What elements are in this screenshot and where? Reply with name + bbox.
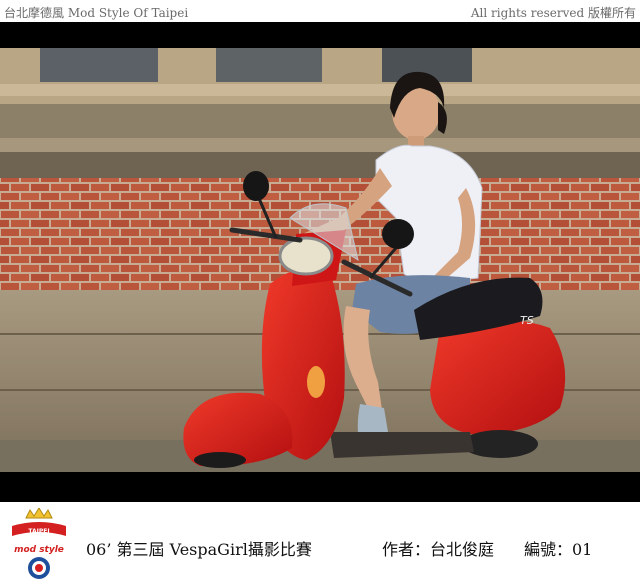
caption-author: 作者：台北俊庭: [382, 540, 495, 559]
logo-top-text: TAIPEI: [28, 528, 49, 535]
photo-frame-bottom: [0, 472, 640, 502]
caption-number: 編號：01: [524, 540, 593, 559]
scooter-mirror-left: [243, 171, 269, 201]
crown-icon: [25, 507, 53, 519]
photo-frame-top: [0, 22, 640, 48]
scooter-mirror-right: [382, 219, 414, 249]
scooter-headlight: [278, 236, 334, 276]
scooter-rear-body: [430, 319, 566, 435]
caption-bar: TAIPEI mod style 06’ 第三屆 VespaGirl攝影比賽 作…: [0, 502, 640, 580]
copyright-notice: All rights reserved 版權所有: [470, 6, 636, 20]
window-center: [216, 48, 322, 82]
top-bar: 台北摩德風 Mod Style Of Taipei All rights res…: [0, 0, 640, 22]
photo: TS: [0, 48, 640, 472]
logo-bottom-text: mod style: [14, 545, 64, 555]
site-title: 台北摩德風 Mod Style Of Taipei: [4, 6, 189, 20]
window-left: [40, 48, 158, 82]
scooter-badge: TS: [520, 314, 534, 327]
mod-style-logo: TAIPEI mod style: [6, 507, 72, 580]
caption-title: 06’ 第三屆 VespaGirl攝影比賽: [86, 540, 312, 559]
